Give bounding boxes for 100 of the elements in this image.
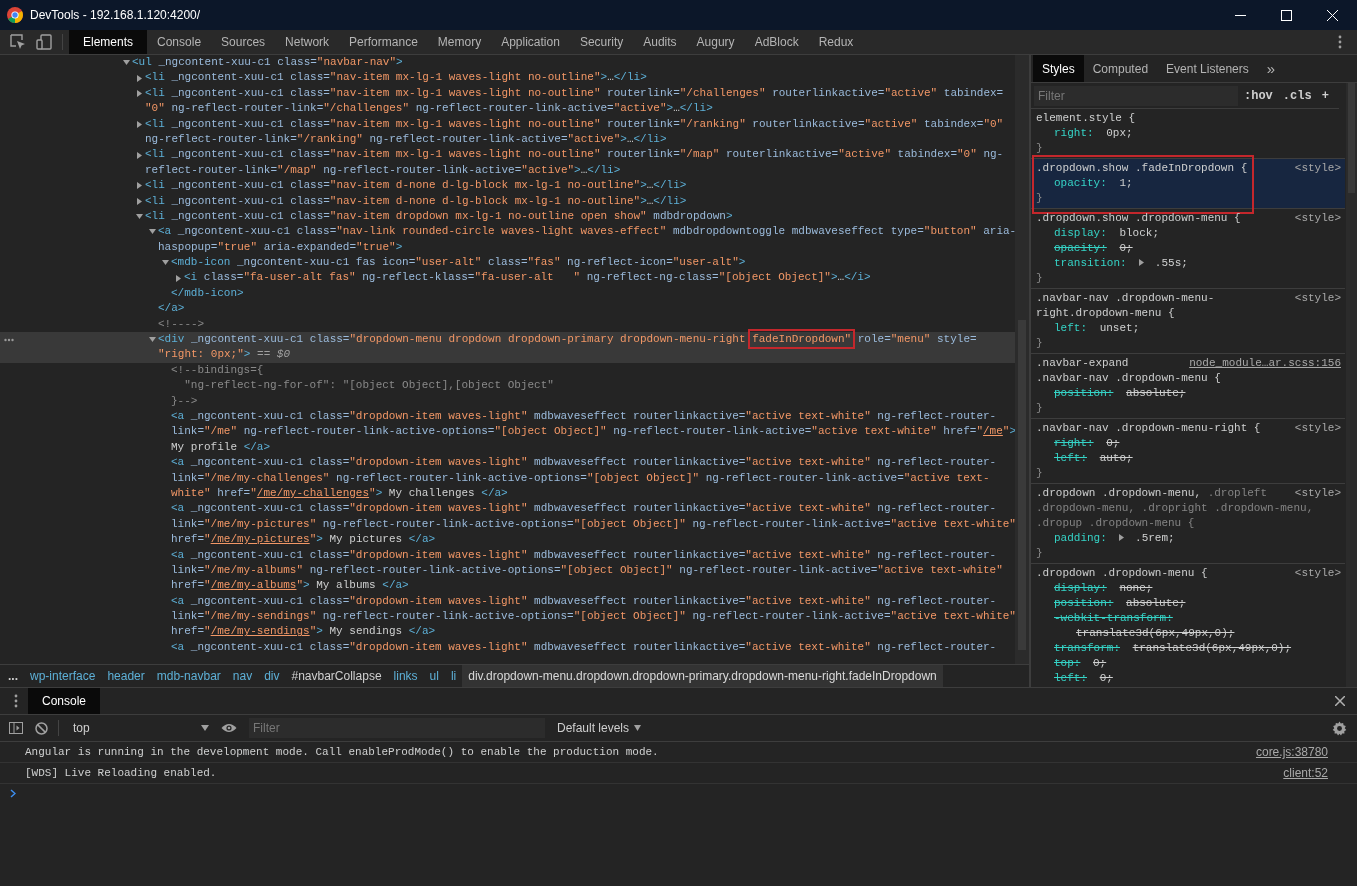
- panel-tab[interactable]: Security: [569, 30, 634, 54]
- breadcrumb-item[interactable]: mdb-navbar: [150, 665, 227, 687]
- panel-tab[interactable]: Augury: [686, 30, 745, 54]
- sidebar-icon[interactable]: [9, 722, 23, 734]
- pane-tab[interactable]: Computed: [1083, 55, 1158, 82]
- css-property-name[interactable]: position:: [1054, 597, 1114, 609]
- collapse-arrow-icon[interactable]: [149, 228, 156, 236]
- css-property-name[interactable]: transform:: [1054, 642, 1120, 654]
- levels-dropdown[interactable]: Default levels: [557, 721, 642, 735]
- css-property-value[interactable]: translate3d(6px,49px,0);: [1076, 627, 1235, 639]
- panel-tab[interactable]: Performance: [339, 30, 428, 54]
- maximize-icon[interactable]: [1281, 9, 1292, 21]
- expand-arrow-icon[interactable]: [175, 274, 182, 282]
- settings-icon[interactable]: [1332, 720, 1347, 736]
- pane-tab[interactable]: Styles: [1033, 55, 1084, 82]
- panel-tab[interactable]: Redux: [808, 30, 864, 54]
- more-icon[interactable]: [4, 338, 14, 343]
- more-tabs-button[interactable]: »: [1257, 55, 1285, 82]
- expand-arrow-icon[interactable]: [136, 120, 143, 128]
- expand-arrow-icon[interactable]: [136, 182, 143, 190]
- css-property-value[interactable]: 0;: [1119, 242, 1133, 254]
- breadcrumb-item[interactable]: li: [444, 665, 463, 687]
- css-property-value[interactable]: 0;: [1106, 437, 1120, 449]
- css-property-name[interactable]: right:: [1054, 127, 1094, 139]
- collapse-arrow-icon[interactable]: [123, 59, 130, 67]
- eye-icon[interactable]: [221, 723, 237, 733]
- panel-tab[interactable]: Sources: [211, 30, 276, 54]
- panel-tab[interactable]: Application: [491, 30, 570, 54]
- css-property-value[interactable]: 0px;: [1106, 127, 1133, 139]
- prompt-icon[interactable]: [10, 788, 16, 798]
- clear-icon[interactable]: [35, 721, 48, 735]
- collapse-arrow-icon[interactable]: [162, 259, 169, 267]
- close-icon[interactable]: [1335, 696, 1345, 706]
- css-property-name[interactable]: right:: [1054, 437, 1094, 449]
- scrollbar[interactable]: [1346, 83, 1357, 687]
- css-property-name[interactable]: opacity:: [1054, 177, 1107, 189]
- css-property-name[interactable]: display:: [1054, 227, 1107, 239]
- css-property-value[interactable]: absolute;: [1126, 387, 1186, 399]
- source-link[interactable]: core.js:38780: [1255, 745, 1328, 759]
- css-property-name[interactable]: transition:: [1054, 257, 1127, 269]
- collapse-arrow-icon[interactable]: [149, 336, 156, 344]
- css-property-value[interactable]: none;: [1119, 582, 1153, 594]
- css-property-value[interactable]: translate3d(6px,49px,0);: [1132, 642, 1292, 654]
- panel-tab[interactable]: Audits: [633, 30, 687, 54]
- scrollbar-thumb[interactable]: [1348, 83, 1355, 193]
- source-link[interactable]: node_module…ar.scss:156: [1189, 356, 1341, 371]
- filter-field[interactable]: Filter: [249, 718, 545, 738]
- css-property-value[interactable]: unset;: [1099, 322, 1140, 334]
- drawer-tab[interactable]: Console: [28, 688, 101, 714]
- panel-tab[interactable]: Elements: [69, 30, 148, 54]
- css-property-name[interactable]: -webkit-transform:: [1054, 612, 1173, 624]
- expand-arrow-icon[interactable]: [1139, 259, 1145, 266]
- toolbar-button[interactable]: :hov: [1240, 88, 1277, 103]
- css-property-value[interactable]: absolute;: [1126, 597, 1186, 609]
- code-line: white" href="/me/my-challenges"> My challenges </a>: [171, 485, 508, 501]
- expand-arrow-icon[interactable]: [136, 74, 143, 82]
- css-property-name[interactable]: position:: [1054, 387, 1114, 399]
- source-link[interactable]: client:52: [1283, 766, 1328, 780]
- inspect-icon[interactable]: [10, 34, 26, 50]
- panel-tab[interactable]: Network: [275, 30, 340, 54]
- breadcrumb-item[interactable]: wp-interface: [24, 665, 102, 687]
- menu-icon[interactable]: [1338, 35, 1342, 49]
- breadcrumb-item[interactable]: header: [101, 665, 151, 687]
- css-property-value[interactable]: .55s;: [1154, 257, 1188, 269]
- breadcrumb-item[interactable]: ...: [2, 665, 24, 687]
- panel-tab[interactable]: Memory: [427, 30, 492, 54]
- expand-arrow-icon[interactable]: [1119, 534, 1125, 541]
- expand-arrow-icon[interactable]: [136, 151, 143, 159]
- css-property-value[interactable]: 0;: [1093, 657, 1107, 669]
- toolbar-button[interactable]: +: [1317, 88, 1333, 103]
- css-property-name[interactable]: padding:: [1054, 532, 1107, 544]
- context-select[interactable]: top: [71, 721, 209, 735]
- css-property-name[interactable]: left:: [1054, 452, 1087, 464]
- breadcrumb-item[interactable]: ul: [423, 665, 445, 687]
- device-icon[interactable]: [36, 34, 52, 50]
- css-property-value[interactable]: block;: [1119, 227, 1160, 239]
- expand-arrow-icon[interactable]: [136, 197, 143, 205]
- filter-field[interactable]: Filter: [1034, 85, 1238, 106]
- menu-icon[interactable]: [14, 694, 18, 708]
- expand-arrow-icon[interactable]: [136, 89, 143, 97]
- pane-tab[interactable]: Event Listeners: [1157, 55, 1258, 82]
- css-property-name[interactable]: left:: [1054, 322, 1087, 334]
- scrollbar[interactable]: [1015, 55, 1029, 664]
- css-property-name[interactable]: left:: [1054, 672, 1087, 684]
- breadcrumb-item[interactable]: nav: [226, 665, 259, 687]
- toolbar-button[interactable]: .cls: [1278, 88, 1316, 103]
- breadcrumb-item[interactable]: div.dropdown-menu.dropdown.dropdown-primary.dropdown-menu-right.fadeInDropdown: [462, 665, 943, 687]
- css-property-value[interactable]: .5rem;: [1135, 532, 1175, 544]
- css-property-name[interactable]: top:: [1054, 657, 1081, 669]
- collapse-arrow-icon[interactable]: [136, 213, 143, 221]
- css-property-value[interactable]: auto;: [1099, 452, 1133, 464]
- breadcrumb-item[interactable]: div: [258, 665, 286, 687]
- css-property-name[interactable]: opacity:: [1054, 242, 1107, 254]
- css-property-value[interactable]: 1;: [1119, 177, 1133, 189]
- panel-tab[interactable]: Console: [147, 30, 212, 54]
- breadcrumb-item[interactable]: links: [387, 665, 424, 687]
- panel-tab[interactable]: AdBlock: [744, 30, 809, 54]
- breadcrumb-item[interactable]: #navbarCollapse: [285, 665, 388, 687]
- css-property-name[interactable]: display:: [1054, 582, 1107, 594]
- css-property-value[interactable]: 0;: [1099, 672, 1113, 684]
